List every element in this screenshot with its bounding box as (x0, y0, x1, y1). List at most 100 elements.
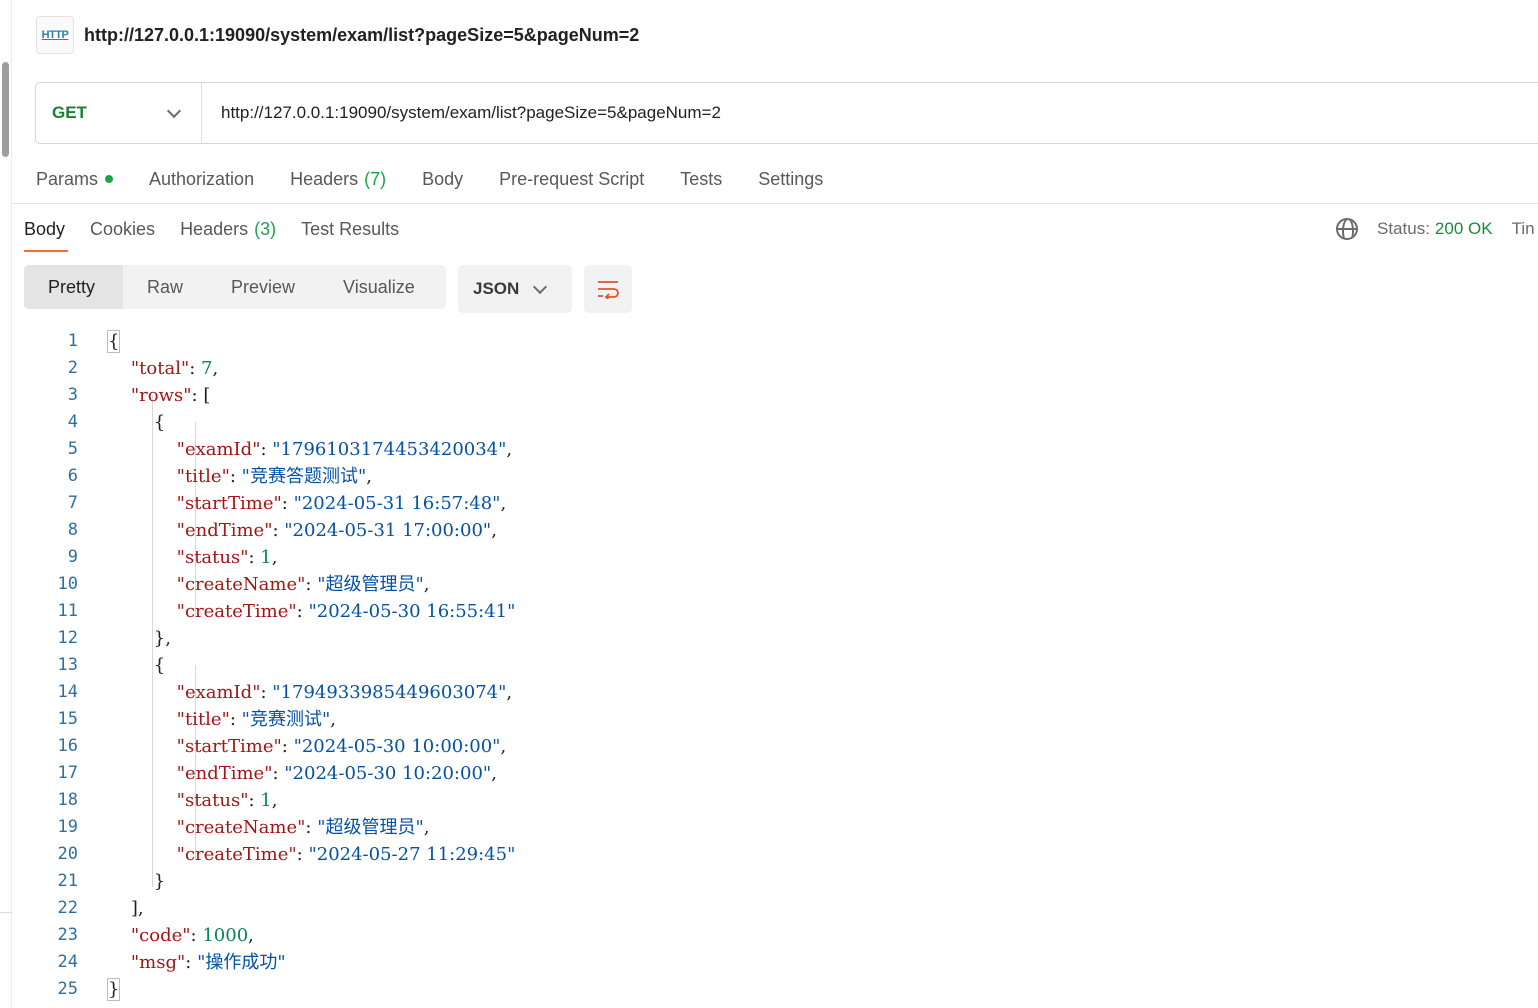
code-text[interactable]: "code": 1000, (108, 922, 254, 949)
view-visualize-button[interactable]: Visualize (319, 265, 439, 309)
json-punctuation (108, 952, 131, 973)
json-punctuation: : (296, 844, 309, 865)
view-pretty-button[interactable]: Pretty (24, 265, 123, 309)
code-text[interactable]: "status": 1, (108, 544, 278, 571)
tab-authorization[interactable]: Authorization (149, 169, 254, 190)
view-preview-button[interactable]: Preview (207, 265, 319, 309)
tab-label: Pre-request Script (499, 168, 645, 189)
code-text[interactable]: }, (108, 625, 171, 652)
code-text[interactable]: "startTime": "2024-05-31 16:57:48", (108, 490, 507, 517)
tab-response-body[interactable]: Body (24, 219, 65, 240)
tab-pre-request-script[interactable]: Pre-request Script (499, 169, 644, 190)
url-input[interactable]: http://127.0.0.1:19090/system/exam/list?… (221, 103, 721, 123)
json-string: "2024-05-31 17:00:00" (284, 520, 492, 541)
code-text[interactable]: "title": "竞赛答题测试", (108, 463, 372, 490)
code-text[interactable]: "startTime": "2024-05-30 10:00:00", (108, 733, 507, 760)
code-line: 25} (0, 976, 1538, 1003)
json-punctuation: : (185, 952, 198, 973)
json-punctuation: , (271, 790, 278, 811)
code-line: 20 "createTime": "2024-05-27 11:29:45" (0, 841, 1538, 868)
line-number: 19 (57, 817, 78, 837)
line-number: 25 (57, 979, 78, 999)
json-punctuation (108, 385, 131, 406)
code-text[interactable]: "examId": "1794933985449603074", (108, 679, 512, 706)
code-text[interactable]: "msg": "操作成功" (108, 949, 286, 976)
code-text[interactable]: ], (108, 895, 144, 922)
tab-headers[interactable]: Headers (7) (290, 169, 386, 190)
json-punctuation: , (423, 817, 430, 838)
json-punctuation (108, 709, 177, 730)
json-punctuation: , (491, 763, 497, 784)
code-line: 8 "endTime": "2024-05-31 17:00:00", (0, 517, 1538, 544)
json-key: "createTime" (176, 601, 297, 622)
wrap-lines-button[interactable] (584, 265, 632, 313)
format-select[interactable]: JSON (458, 265, 572, 313)
json-punctuation: : (260, 439, 273, 460)
tab-label: Params (36, 168, 99, 189)
globe-icon[interactable] (1336, 218, 1358, 240)
json-key: "startTime" (176, 493, 282, 514)
code-text[interactable]: "createTime": "2024-05-30 16:55:41" (108, 598, 516, 625)
code-text[interactable]: { (106, 328, 121, 355)
code-text[interactable]: "endTime": "2024-05-31 17:00:00", (108, 517, 497, 544)
code-line: 16 "startTime": "2024-05-30 10:00:00", (0, 733, 1538, 760)
code-text[interactable]: "examId": "1796103174453420034", (108, 436, 512, 463)
view-raw-button[interactable]: Raw (123, 265, 207, 309)
view-mode-group: Pretty Raw Preview Visualize (24, 265, 446, 309)
tab-params[interactable]: Params (36, 168, 114, 190)
json-punctuation: : (281, 493, 294, 514)
code-text[interactable]: "createName": "超级管理员", (108, 571, 430, 598)
chevron-down-icon (533, 279, 548, 294)
json-punctuation: } (106, 978, 121, 1001)
method-select[interactable]: GET (36, 83, 202, 143)
status-value[interactable]: 200 OK (1435, 219, 1493, 239)
code-text[interactable]: "rows": [ (108, 382, 210, 409)
code-line: 6 "title": "竞赛答题测试", (0, 463, 1538, 490)
code-line: 15 "title": "竞赛测试", (0, 706, 1538, 733)
code-text[interactable]: "status": 1, (108, 787, 278, 814)
code-text[interactable]: "title": "竞赛测试", (108, 706, 336, 733)
code-text[interactable]: "createTime": "2024-05-27 11:29:45" (108, 841, 516, 868)
json-punctuation: : (229, 466, 242, 487)
code-text[interactable]: { (108, 652, 165, 679)
json-key: "createName" (176, 817, 306, 838)
request-title[interactable]: http://127.0.0.1:19090/system/exam/list?… (84, 25, 639, 46)
json-punctuation: , (212, 358, 219, 379)
json-key: "status" (176, 790, 249, 811)
json-punctuation: , (506, 682, 513, 703)
code-text[interactable]: "total": 7, (108, 355, 218, 382)
code-text[interactable]: "endTime": "2024-05-30 10:20:00", (108, 760, 497, 787)
code-line: 5 "examId": "1796103174453420034", (0, 436, 1538, 463)
scrollbar-thumb[interactable] (2, 62, 9, 157)
time-label[interactable]: Tin (1512, 219, 1535, 239)
tab-cookies[interactable]: Cookies (90, 219, 155, 240)
tab-label: Tests (680, 168, 723, 189)
code-line: 14 "examId": "1794933985449603074", (0, 679, 1538, 706)
code-line: 9 "status": 1, (0, 544, 1538, 571)
json-punctuation: : (260, 682, 273, 703)
tab-response-headers[interactable]: Headers (3) (180, 219, 276, 240)
json-key: "createTime" (176, 844, 297, 865)
code-text[interactable]: } (108, 868, 165, 895)
tab-settings[interactable]: Settings (758, 169, 823, 190)
json-string: "2024-05-31 16:57:48" (293, 493, 501, 514)
tab-test-results[interactable]: Test Results (301, 219, 399, 240)
code-text[interactable]: { (108, 409, 165, 436)
json-key: "startTime" (176, 736, 282, 757)
tab-body[interactable]: Body (422, 169, 463, 190)
json-punctuation: : (248, 790, 261, 811)
code-text[interactable]: } (106, 976, 121, 1003)
json-punctuation (108, 790, 177, 811)
json-punctuation (108, 466, 177, 487)
code-text[interactable]: "createName": "超级管理员", (108, 814, 430, 841)
code-line: 24 "msg": "操作成功" (0, 949, 1538, 976)
json-number: 1 (260, 790, 272, 811)
json-punctuation (108, 493, 177, 514)
json-punctuation: , (491, 520, 497, 541)
json-punctuation: : (190, 925, 203, 946)
line-number: 12 (57, 628, 78, 648)
line-number: 7 (67, 493, 78, 513)
line-number: 17 (57, 763, 78, 783)
json-string: "1796103174453420034" (272, 439, 507, 460)
tab-tests[interactable]: Tests (680, 169, 722, 190)
